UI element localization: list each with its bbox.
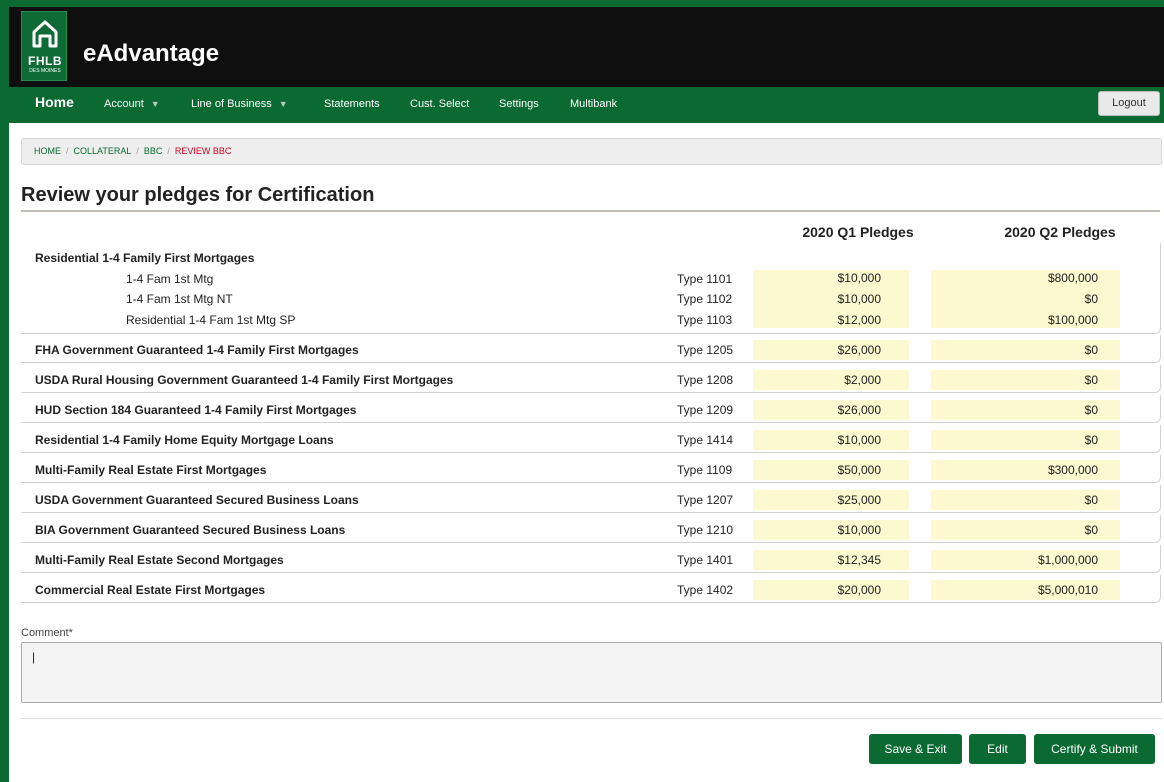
q2-value: $1,000,000 xyxy=(931,550,1120,570)
q2-value: $0 xyxy=(931,370,1120,390)
q1-value: $2,000 xyxy=(753,370,909,390)
row-label: USDA Government Guaranteed Secured Busin… xyxy=(35,493,359,507)
main-nav: Home Account ▼ Line of Business ▼ Statemen… xyxy=(9,87,1164,123)
breadcrumb-collateral[interactable]: COLLATERAL xyxy=(74,146,132,156)
page-title: Review your pledges for Certification xyxy=(21,184,375,206)
q1-value: $10,000 xyxy=(753,270,909,287)
row-type: Type 1103 xyxy=(677,313,733,327)
header-bar: FHLB DES MOINES eAdvantage xyxy=(9,7,1164,87)
logo-text: FHLB xyxy=(28,54,62,68)
nav-home[interactable]: Home xyxy=(35,87,74,123)
column-header-q1: 2020 Q1 Pledges xyxy=(802,224,914,240)
row-label: Residential 1-4 Fam 1st Mtg SP xyxy=(126,313,296,327)
q1-value: $20,000 xyxy=(753,580,909,600)
row-label: 1-4 Fam 1st Mtg NT xyxy=(126,292,233,306)
q2-value: $300,000 xyxy=(931,460,1120,480)
row-type: Type 1101 xyxy=(677,272,733,286)
house-icon xyxy=(32,20,58,48)
breadcrumb-separator: / xyxy=(167,146,170,156)
q2-value: $800,000 xyxy=(931,270,1120,287)
row-type: Type 1209 xyxy=(677,403,734,417)
q2-value: $0 xyxy=(931,287,1120,310)
frame-left-border xyxy=(0,0,9,782)
q2-value: $5,000,010 xyxy=(931,580,1120,600)
nav-settings[interactable]: Settings xyxy=(499,87,539,123)
q2-value: $0 xyxy=(931,490,1120,510)
breadcrumb-home[interactable]: HOME xyxy=(34,146,61,156)
q1-value: $26,000 xyxy=(753,400,909,420)
q2-value: $0 xyxy=(931,400,1120,420)
row-label: FHA Government Guaranteed 1-4 Family Fir… xyxy=(35,343,359,357)
breadcrumb-bbc[interactable]: BBC xyxy=(144,146,163,156)
row-type: Type 1207 xyxy=(677,493,734,507)
column-header-q2: 2020 Q2 Pledges xyxy=(1004,224,1116,240)
nav-line-of-business[interactable]: Line of Business ▼ xyxy=(191,87,288,123)
breadcrumb-current: REVIEW BBC xyxy=(174,146,232,156)
q1-value: $12,345 xyxy=(753,550,909,570)
breadcrumb: HOME / COLLATERAL / BBC / REVIEW BBC xyxy=(21,138,1162,165)
actions-divider xyxy=(21,718,1162,719)
frame-top-border xyxy=(0,0,1164,7)
fhlb-logo[interactable]: FHLB DES MOINES xyxy=(21,11,67,81)
certify-submit-button[interactable]: Certify & Submit xyxy=(1034,734,1155,764)
row-label: Commercial Real Estate First Mortgages xyxy=(35,583,266,597)
row-type: Type 1102 xyxy=(677,292,733,306)
title-divider xyxy=(21,210,1160,212)
q1-value: $25,000 xyxy=(753,490,909,510)
q1-value: $12,000 xyxy=(753,310,909,328)
save-exit-button[interactable]: Save & Exit xyxy=(869,734,962,764)
caret-down-icon: ▼ xyxy=(150,99,160,109)
edit-button[interactable]: Edit xyxy=(969,734,1026,764)
row-label: Multi-Family Real Estate First Mortgages xyxy=(35,463,267,477)
comment-label: Comment* xyxy=(21,627,73,639)
logout-button[interactable]: Logout xyxy=(1098,91,1160,116)
row-type: Type 1109 xyxy=(677,463,733,477)
row-type: Type 1414 xyxy=(677,433,734,447)
row-type: Type 1208 xyxy=(677,373,734,387)
q1-value: $26,000 xyxy=(753,340,909,360)
row-type: Type 1402 xyxy=(677,583,734,597)
row-label: 1-4 Fam 1st Mtg xyxy=(126,272,214,286)
row-label: Multi-Family Real Estate Second Mortgage… xyxy=(35,553,284,567)
logo-subtext: DES MOINES xyxy=(29,68,61,74)
breadcrumb-separator: / xyxy=(66,146,69,156)
nav-account[interactable]: Account ▼ xyxy=(104,87,160,123)
row-type: Type 1210 xyxy=(677,523,734,537)
app-title: eAdvantage xyxy=(83,40,220,67)
row-label: BIA Government Guaranteed Secured Busine… xyxy=(35,523,346,537)
comment-field[interactable]: | xyxy=(21,642,1162,703)
group-heading: Residential 1-4 Family First Mortgages xyxy=(35,251,255,265)
row-label: Residential 1-4 Family Home Equity Mortg… xyxy=(35,433,334,447)
q1-value: $10,000 xyxy=(753,520,909,540)
q1-value: $50,000 xyxy=(753,460,909,480)
q1-value: $10,000 xyxy=(753,287,909,310)
row-label: USDA Rural Housing Government Guaranteed… xyxy=(35,373,454,387)
row-type: Type 1205 xyxy=(677,343,734,357)
q2-value: $0 xyxy=(931,520,1120,540)
q1-value: $10,000 xyxy=(753,430,909,450)
nav-multibank[interactable]: Multibank xyxy=(570,87,617,123)
q2-value: $0 xyxy=(931,340,1120,360)
row-label: HUD Section 184 Guaranteed 1-4 Family Fi… xyxy=(35,403,357,417)
nav-cust-select[interactable]: Cust. Select xyxy=(410,87,469,123)
nav-statements[interactable]: Statements xyxy=(324,87,380,123)
nav-account-label: Account xyxy=(104,98,144,110)
nav-line-of-business-label: Line of Business xyxy=(191,98,272,110)
caret-down-icon: ▼ xyxy=(278,99,288,109)
row-type: Type 1401 xyxy=(677,553,734,567)
breadcrumb-separator: / xyxy=(136,146,139,156)
q2-value: $100,000 xyxy=(931,310,1120,328)
q2-value: $0 xyxy=(931,430,1120,450)
